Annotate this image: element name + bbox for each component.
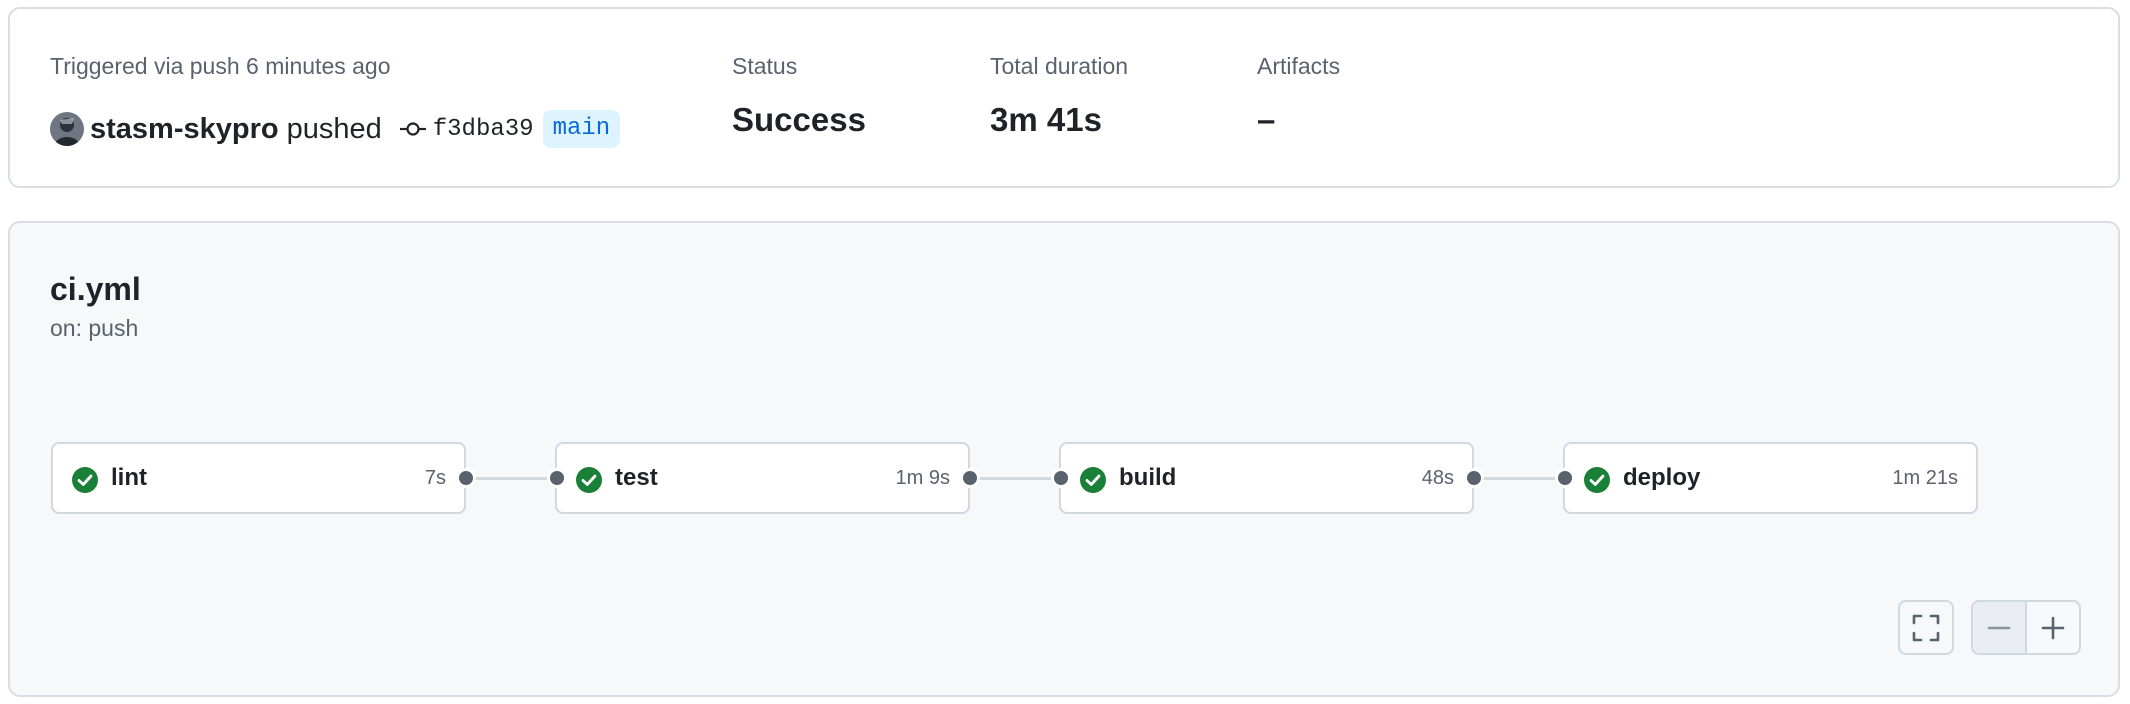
workflow-trigger: on: push xyxy=(50,315,139,341)
commit-sha-link[interactable]: f3dba39 xyxy=(433,116,534,143)
job-lint[interactable]: lint 7s xyxy=(51,442,466,514)
job-duration: 1m 9s xyxy=(895,467,950,489)
git-commit-icon xyxy=(399,120,426,138)
job-output-dot xyxy=(456,468,476,488)
total-duration-value: 3m 41s xyxy=(990,101,1102,138)
job-input-dot xyxy=(1555,468,1575,488)
status-value: Success xyxy=(732,101,866,138)
total-duration-label: Total duration xyxy=(990,53,1129,79)
plus-icon xyxy=(2041,616,2065,639)
job-duration: 48s xyxy=(1421,467,1454,489)
job-name: build xyxy=(1119,464,1177,491)
zoom-out-button[interactable] xyxy=(1973,602,2027,653)
action-text: pushed xyxy=(286,112,382,145)
minus-icon xyxy=(1987,626,2011,629)
actor-row: stasm-skypro pushed f3dba39 main xyxy=(50,107,621,151)
fullscreen-button[interactable] xyxy=(1898,600,1954,655)
status-label: Status xyxy=(732,53,798,79)
job-duration: 7s xyxy=(424,467,446,489)
artifacts-label: Artifacts xyxy=(1257,53,1341,79)
check-circle-icon xyxy=(1584,467,1610,493)
artifacts-value: – xyxy=(1257,101,1276,138)
zoom-in-button[interactable] xyxy=(2027,602,2079,653)
workflow-file-name: ci.yml xyxy=(50,271,141,307)
job-name: test xyxy=(615,464,658,491)
job-deploy[interactable]: deploy 1m 21s xyxy=(1563,442,1978,514)
job-duration: 1m 21s xyxy=(1892,467,1958,489)
zoom-controls xyxy=(1971,600,2081,655)
job-name: lint xyxy=(111,464,147,491)
check-circle-icon xyxy=(72,467,98,493)
workflow-graph-card: ci.yml on: push lint 7s test 1m 9s build… xyxy=(8,221,2120,697)
check-circle-icon xyxy=(576,467,602,493)
actor-name-link[interactable]: stasm-skypro xyxy=(90,113,279,146)
avatar[interactable] xyxy=(50,112,84,146)
job-output-dot xyxy=(1464,468,1484,488)
job-test[interactable]: test 1m 9s xyxy=(555,442,970,514)
fullscreen-icon xyxy=(1912,614,1940,641)
job-build[interactable]: build 48s xyxy=(1059,442,1474,514)
job-input-dot xyxy=(1051,468,1071,488)
run-summary-card: Triggered via push 6 minutes ago stasm-s… xyxy=(8,7,2120,188)
job-input-dot xyxy=(547,468,567,488)
branch-badge[interactable]: main xyxy=(542,110,621,148)
job-name: deploy xyxy=(1623,464,1701,491)
check-circle-icon xyxy=(1080,467,1106,493)
job-output-dot xyxy=(960,468,980,488)
trigger-text: Triggered via push 6 minutes ago xyxy=(50,53,391,79)
